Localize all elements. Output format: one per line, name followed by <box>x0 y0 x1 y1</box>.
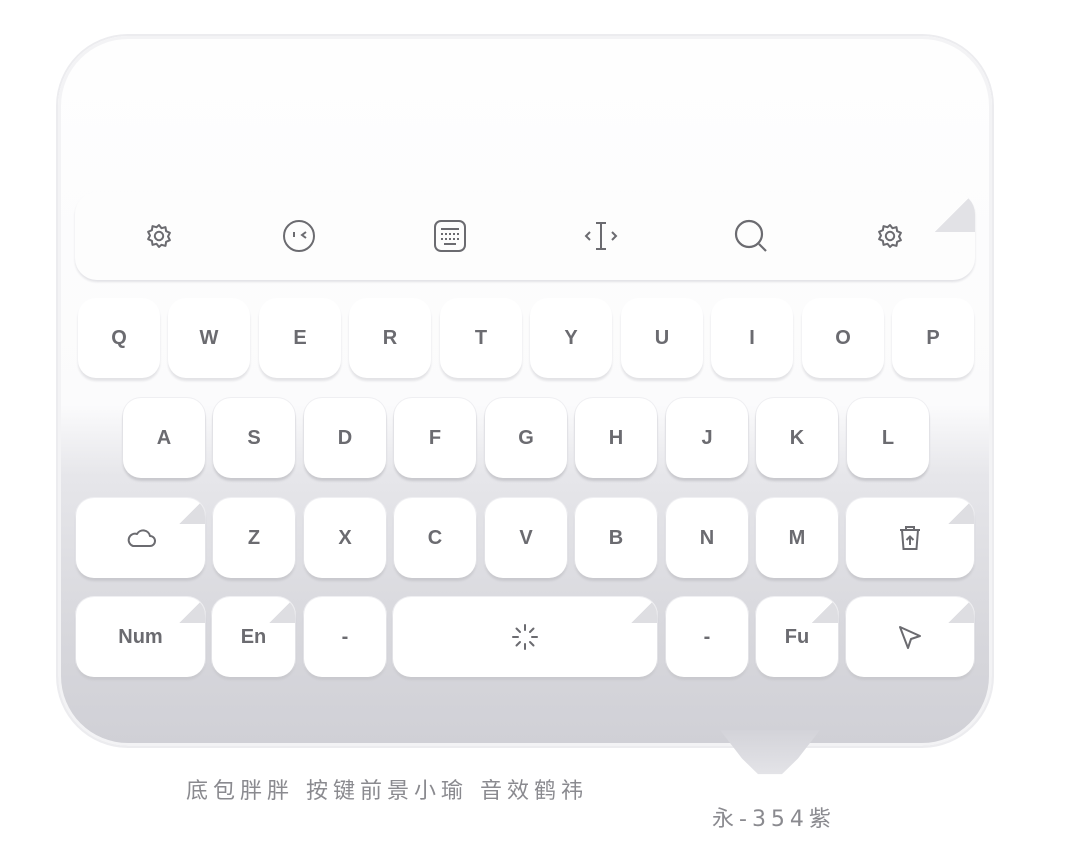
text-cursor-icon[interactable] <box>581 216 621 256</box>
cloud-key[interactable] <box>76 498 205 578</box>
key-c[interactable]: C <box>394 498 476 578</box>
key-i[interactable]: I <box>711 298 793 378</box>
key-g[interactable]: G <box>485 398 567 478</box>
left-dash-key[interactable]: - <box>304 597 386 677</box>
settings-icon[interactable] <box>139 216 179 256</box>
cloud-icon <box>127 529 156 547</box>
key-b[interactable]: B <box>575 498 657 578</box>
trash-icon <box>900 526 920 550</box>
keyboard-layout-icon[interactable] <box>430 216 470 256</box>
key-q[interactable]: Q <box>78 298 160 378</box>
author-caption: 永-354紫 <box>712 807 836 832</box>
keyboard-toolbar <box>75 192 975 280</box>
key-p[interactable]: P <box>892 298 974 378</box>
key-h[interactable]: H <box>575 398 657 478</box>
key-r[interactable]: R <box>349 298 431 378</box>
key-a[interactable]: A <box>123 398 205 478</box>
key-x[interactable]: X <box>304 498 386 578</box>
key-d[interactable]: D <box>304 398 386 478</box>
key-f[interactable]: F <box>394 398 476 478</box>
key-s[interactable]: S <box>213 398 295 478</box>
loading-spinner-icon <box>512 624 538 650</box>
key-y[interactable]: Y <box>530 298 612 378</box>
key-n[interactable]: N <box>666 498 748 578</box>
send-arrow-icon <box>899 626 921 649</box>
key-o[interactable]: O <box>802 298 884 378</box>
delete-key[interactable] <box>846 498 974 578</box>
credits-caption: 底包胖胖 按键前景小瑜 音效鹤祎 <box>186 779 588 804</box>
settings-icon[interactable] <box>870 216 910 256</box>
send-key[interactable] <box>846 597 974 677</box>
key-w[interactable]: W <box>168 298 250 378</box>
key-k[interactable]: K <box>756 398 838 478</box>
key-z[interactable]: Z <box>213 498 295 578</box>
right-dash-key[interactable]: - <box>666 597 748 677</box>
key-t[interactable]: T <box>440 298 522 378</box>
key-j[interactable]: J <box>666 398 748 478</box>
key-v[interactable]: V <box>485 498 567 578</box>
key-l[interactable]: L <box>847 398 929 478</box>
key-e[interactable]: E <box>259 298 341 378</box>
search-icon[interactable] <box>731 216 771 256</box>
num-key[interactable]: Num <box>76 597 205 677</box>
key-m[interactable]: M <box>756 498 838 578</box>
panel-tail <box>720 730 820 775</box>
en-key[interactable]: En <box>212 597 295 677</box>
space-key[interactable] <box>393 597 657 677</box>
emoji-icon[interactable] <box>279 216 319 256</box>
key-u[interactable]: U <box>621 298 703 378</box>
fu-key[interactable]: Fu <box>756 597 838 677</box>
